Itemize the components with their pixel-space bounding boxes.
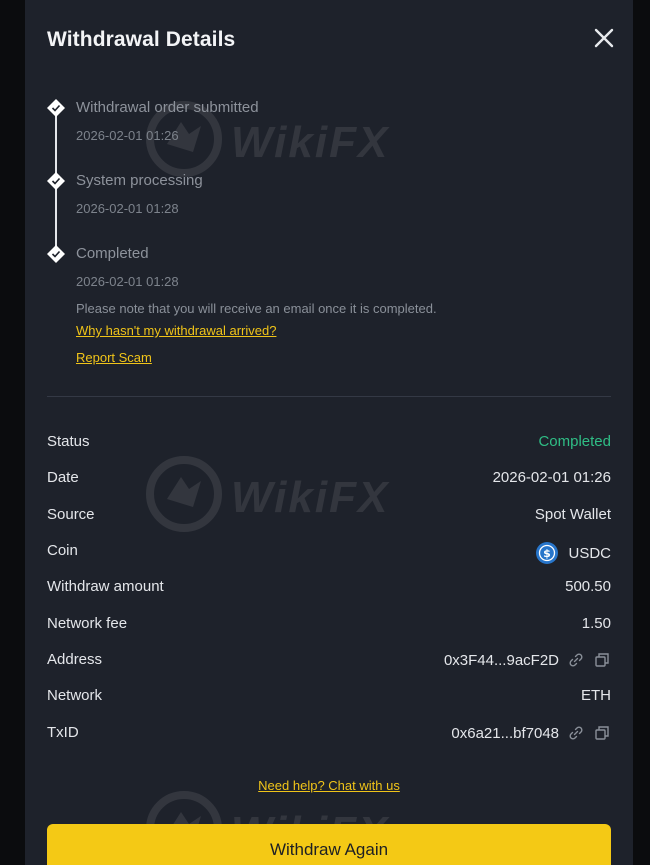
detail-row-network: Network ETH [47,687,611,709]
usdc-coin-icon: $ [536,542,559,564]
detail-label: Source [47,506,95,523]
timeline-step-title: System processing [76,172,203,189]
detail-label: Withdraw amount [47,578,164,595]
why-not-arrived-link[interactable]: Why hasn't my withdrawal arrived? [76,323,276,338]
timeline-check-icon [47,99,65,117]
detail-row-amount: Withdraw amount 500.50 [47,578,611,600]
date-value: 2026-02-01 01:26 [492,469,611,486]
watermark-text: WikiFX [231,118,390,167]
detail-row-source: Source Spot Wallet [47,506,611,528]
backdrop-right [633,0,650,865]
timeline-step-time: 2026-02-01 01:28 [76,274,179,289]
help-chat-link[interactable]: Need help? Chat with us [258,778,400,793]
detail-label: Network [47,687,103,704]
txid-value-group: 0x6a21...bf7048 [451,724,611,742]
timeline-step-title: Withdrawal order submitted [76,99,259,116]
link-icon [569,726,583,740]
detail-label: Address [47,651,103,668]
status-value: Completed [538,433,611,450]
timeline-check-icon [47,245,65,263]
network-value: ETH [581,687,611,704]
txid-value: 0x6a21...bf7048 [451,724,559,742]
timeline-step-time: 2026-02-01 01:28 [76,201,179,216]
detail-label: Status [47,433,90,450]
address-copy-button[interactable] [593,651,611,669]
close-icon [594,28,614,48]
backdrop-left [0,0,25,865]
link-icon [569,653,583,667]
coin-value-group: $ USDC [536,542,611,564]
address-value: 0x3F44...9acF2D [443,651,559,669]
txid-copy-button[interactable] [593,724,611,742]
txid-link-button[interactable] [567,724,585,742]
help-container: Need help? Chat with us [25,777,633,795]
detail-row-fee: Network fee 1.50 [47,615,611,637]
detail-row-date: Date 2026-02-01 01:26 [47,469,611,491]
detail-row-coin: Coin $ USDC [47,542,611,564]
coin-value: USDC [568,544,611,562]
report-scam-link[interactable]: Report Scam [76,350,152,365]
divider [47,396,611,397]
detail-label: Coin [47,542,78,559]
detail-row-txid: TxID 0x6a21...bf7048 [47,724,611,746]
withdraw-again-button[interactable]: Withdraw Again [47,824,611,865]
detail-label: Date [47,469,79,486]
copy-icon [595,726,609,740]
close-button[interactable] [593,27,615,49]
amount-value: 500.50 [565,578,611,595]
svg-text:$: $ [544,547,552,560]
source-value: Spot Wallet [534,506,611,523]
detail-row-status: Status Completed [47,433,611,455]
address-link-button[interactable] [567,651,585,669]
detail-label: Network fee [47,615,128,632]
timeline-step-title: Completed [76,245,149,262]
withdrawal-details-modal: WikiFX WikiFX WikiFX Withdrawal Details … [25,0,633,865]
page-title: Withdrawal Details [47,28,236,51]
detail-label: TxID [47,724,79,741]
timeline-step-time: 2026-02-01 01:26 [76,128,179,143]
detail-row-address: Address 0x3F44...9acF2D [47,651,611,673]
timeline-check-icon [47,172,65,190]
address-value-group: 0x3F44...9acF2D [444,651,611,669]
fee-value: 1.50 [581,615,611,632]
copy-icon [595,653,609,667]
email-note: Please note that you will receive an ema… [76,301,437,316]
